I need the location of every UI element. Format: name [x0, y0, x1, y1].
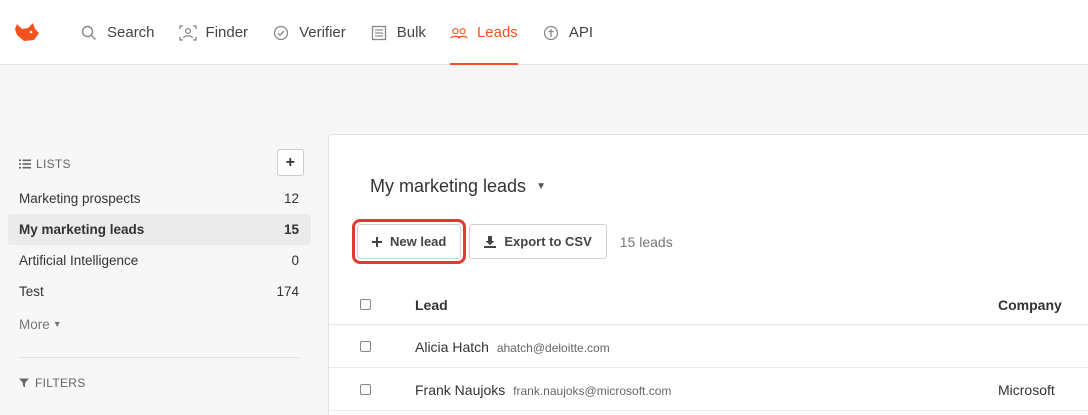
- caret-down-icon: ▼: [536, 181, 546, 192]
- nav-api[interactable]: API: [542, 0, 593, 65]
- list-selector[interactable]: My marketing leads ▼: [370, 176, 546, 197]
- sidebar-divider: [19, 357, 299, 358]
- list-item-name: Marketing prospects: [19, 191, 141, 206]
- table-row[interactable]: Alicia Hatch ahatch@deloitte.com: [329, 326, 1088, 368]
- lists-sidebar: LISTS + Marketing prospects 12 My market…: [8, 148, 311, 393]
- export-csv-label: Export to CSV: [504, 234, 592, 249]
- nav-finder[interactable]: Finder: [178, 0, 249, 65]
- lead-name[interactable]: Alicia Hatch: [415, 339, 489, 355]
- lead-cell: Alicia Hatch ahatch@deloitte.com: [415, 339, 610, 355]
- list-bullets-icon: [19, 159, 31, 169]
- nav-bulk-label: Bulk: [396, 24, 426, 41]
- nav-bulk[interactable]: Bulk: [370, 0, 426, 65]
- nav-finder-label: Finder: [205, 24, 249, 41]
- nav-verifier[interactable]: Verifier: [272, 0, 346, 65]
- list-item-count: 15: [283, 222, 299, 237]
- list-icon: [370, 24, 388, 42]
- list-item-artificial-intelligence[interactable]: Artificial Intelligence 0: [8, 245, 311, 276]
- filter-icon: [19, 378, 29, 388]
- list-item-count: 174: [276, 284, 299, 299]
- lead-email: frank.naujoks@microsoft.com: [513, 383, 672, 398]
- export-csv-button[interactable]: Export to CSV: [469, 224, 607, 259]
- nav-api-label: API: [568, 24, 593, 41]
- add-list-button[interactable]: +: [277, 149, 304, 176]
- check-circle-icon: [272, 24, 290, 42]
- select-all-checkbox[interactable]: [360, 299, 371, 310]
- list-item-name: Test: [19, 284, 44, 299]
- caret-down-icon: ▼: [52, 319, 62, 329]
- company-cell: Microsoft: [998, 381, 1055, 398]
- lists-label: LISTS: [36, 157, 71, 171]
- people-icon: [450, 24, 468, 42]
- list-item-marketing-prospects[interactable]: Marketing prospects 12: [8, 183, 311, 214]
- search-icon: [80, 24, 98, 42]
- list-item-test[interactable]: Test 174: [8, 276, 311, 307]
- main-nav: Search Finder Verifier Bulk Leads API: [80, 0, 617, 65]
- leads-table-header: Lead Company: [329, 285, 1088, 325]
- more-lists-toggle[interactable]: More ▼: [8, 309, 311, 339]
- lead-email: ahatch@deloitte.com: [496, 340, 610, 355]
- download-icon: [484, 235, 497, 248]
- api-icon: [542, 24, 560, 42]
- finder-icon: [178, 24, 197, 42]
- list-item-count: 0: [291, 253, 299, 268]
- leads-panel: My marketing leads ▼ New lead Export to …: [328, 134, 1088, 415]
- lead-cell: Frank Naujoks frank.naujoks@microsoft.co…: [415, 382, 671, 398]
- nav-verifier-label: Verifier: [299, 24, 346, 41]
- filters-toggle[interactable]: FILTERS: [8, 373, 311, 393]
- list-item-my-marketing-leads[interactable]: My marketing leads 15: [8, 214, 311, 245]
- list-title: My marketing leads: [370, 176, 527, 196]
- hunter-logo-icon[interactable]: [14, 20, 40, 44]
- nav-search-label: Search: [107, 24, 155, 41]
- lead-column-header[interactable]: Lead: [415, 297, 448, 313]
- lead-name[interactable]: Frank Naujoks: [415, 382, 505, 398]
- lists-header: LISTS +: [8, 148, 311, 180]
- plus-icon: [372, 236, 382, 247]
- leads-count: 15 leads: [619, 233, 673, 250]
- list-item-name: Artificial Intelligence: [19, 253, 139, 268]
- new-lead-label: New lead: [390, 234, 447, 249]
- row-checkbox[interactable]: [360, 384, 371, 395]
- lists: Marketing prospects 12 My marketing lead…: [8, 183, 311, 307]
- row-checkbox[interactable]: [360, 341, 371, 352]
- more-label: More: [19, 316, 50, 332]
- nav-leads-label: Leads: [476, 24, 518, 41]
- nav-leads[interactable]: Leads: [449, 0, 518, 65]
- nav-search[interactable]: Search: [80, 0, 155, 65]
- list-actions: New lead Export to CSV 15 leads: [351, 219, 673, 264]
- company-column-header[interactable]: Company: [998, 297, 1062, 313]
- new-lead-button[interactable]: New lead: [351, 219, 467, 264]
- table-row[interactable]: Frank Naujoks frank.naujoks@microsoft.co…: [329, 369, 1088, 411]
- filters-label: FILTERS: [35, 376, 86, 390]
- list-item-count: 12: [283, 191, 299, 206]
- list-item-name: My marketing leads: [19, 222, 145, 237]
- top-navigation-bar: Search Finder Verifier Bulk Leads API: [0, 0, 1088, 65]
